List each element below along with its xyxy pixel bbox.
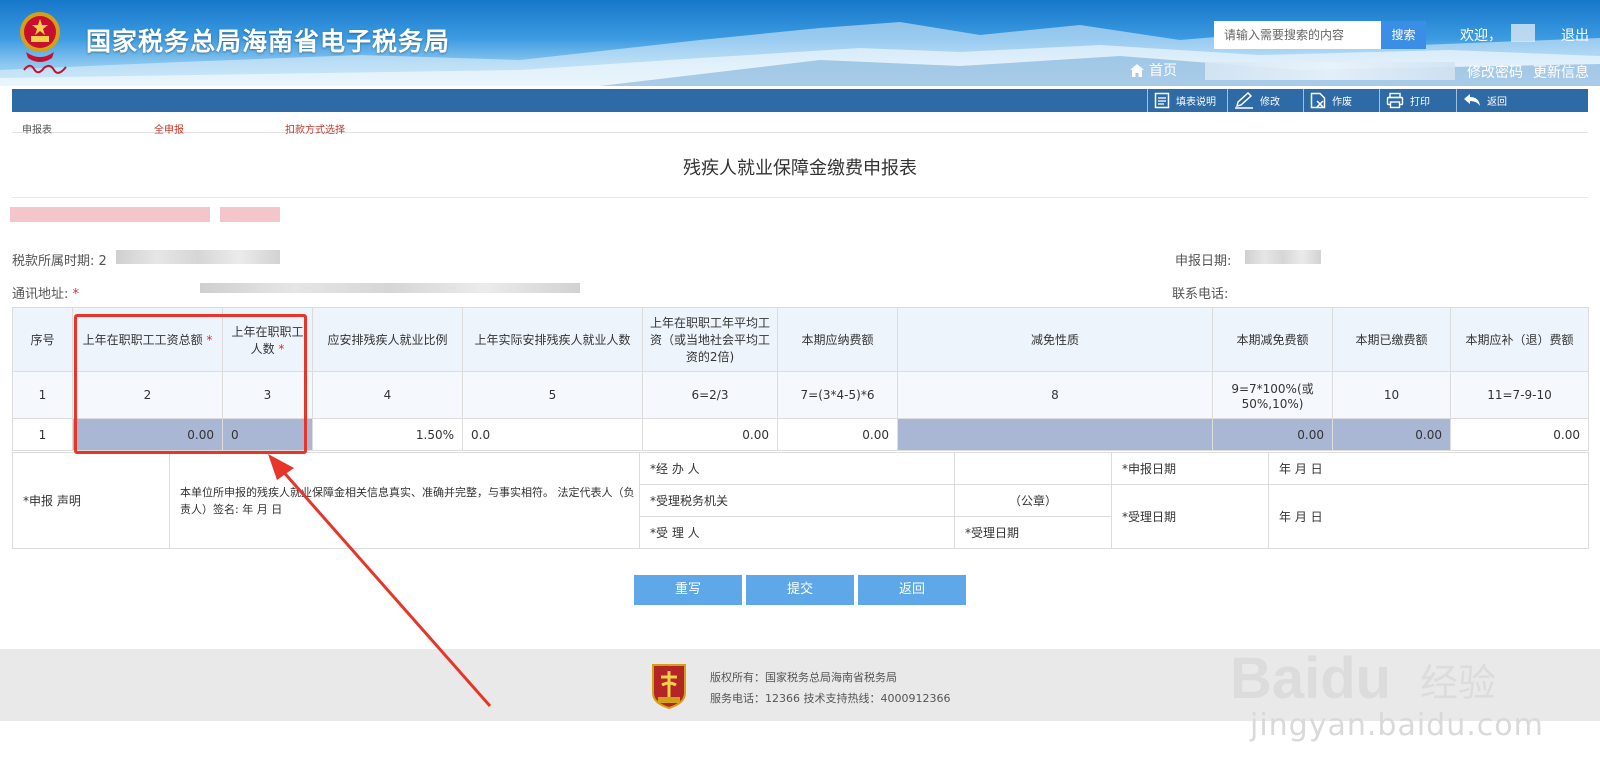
- watermark-url: jingyan.baidu.com: [1250, 708, 1544, 743]
- svg-text:经验: 经验: [1420, 661, 1496, 705]
- baidu-watermark: Baidu 经验: [1230, 646, 1496, 710]
- svg-text:Baidu: Baidu: [1230, 646, 1391, 710]
